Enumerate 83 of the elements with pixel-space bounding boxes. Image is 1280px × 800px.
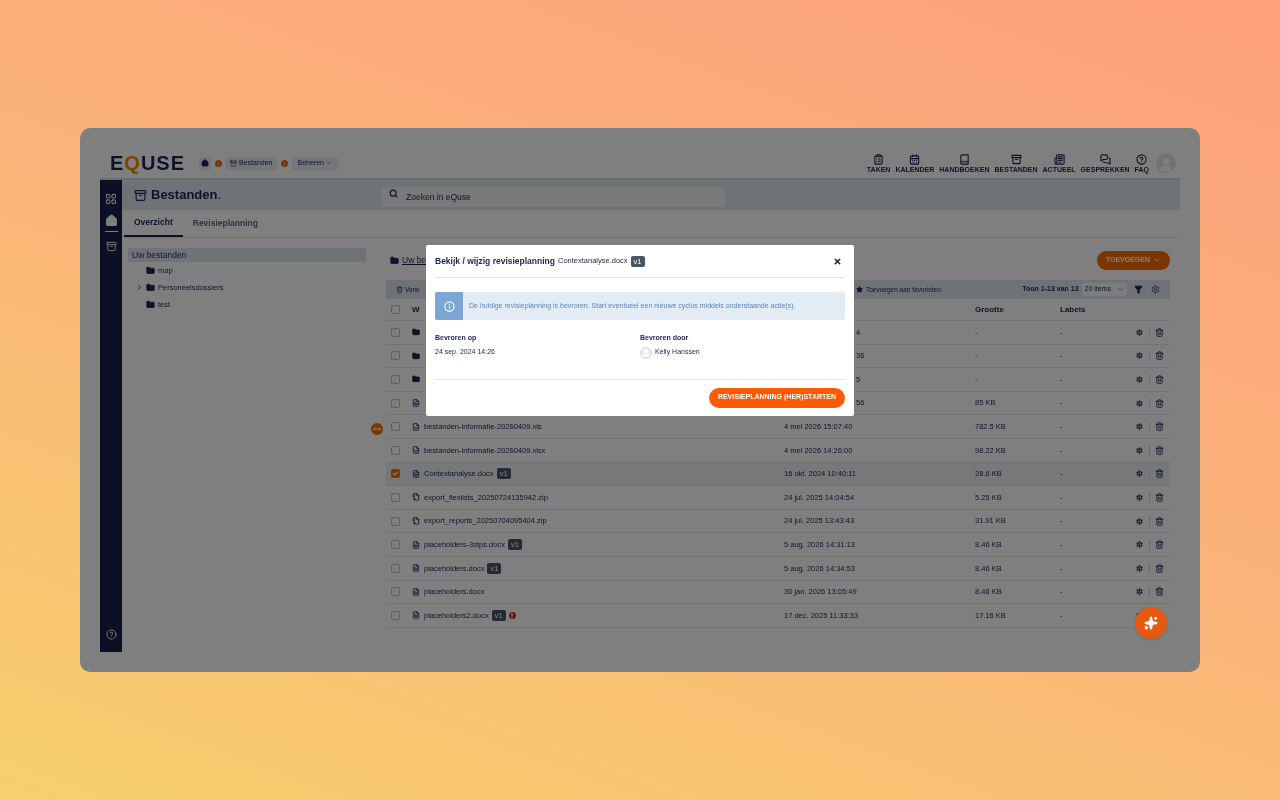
- checkbox[interactable]: [391, 445, 400, 455]
- tab[interactable]: Revisieplanning: [182, 210, 268, 237]
- folder-icon: [390, 255, 399, 265]
- trash-icon[interactable]: [1155, 375, 1164, 384]
- check-icon: [392, 470, 399, 478]
- archive-icon: [412, 517, 420, 526]
- checkbox[interactable]: [391, 516, 400, 526]
- sparkle-icon: [1144, 616, 1158, 630]
- chat-icon: [1099, 153, 1111, 165]
- spreadsheet-icon: [412, 422, 420, 431]
- assistant-button[interactable]: [1135, 607, 1167, 639]
- tab[interactable]: Overzicht: [124, 210, 183, 237]
- document-icon: [412, 587, 420, 596]
- folder-icon: [146, 283, 155, 292]
- folder-icon: [412, 351, 420, 360]
- archive-icon[interactable]: [105, 241, 117, 252]
- archive-icon: [1010, 153, 1022, 165]
- column-header[interactable]: Labels: [1060, 303, 1086, 316]
- tree-item[interactable]: Uw bestanden: [128, 248, 366, 262]
- chevron-icon: [215, 159, 223, 167]
- document-icon: [412, 469, 420, 478]
- document-icon: [412, 564, 420, 573]
- folder-icon: [412, 375, 420, 384]
- checkbox[interactable]: [391, 351, 400, 361]
- checkbox[interactable]: [391, 305, 400, 314]
- resize-handle[interactable]: [371, 423, 383, 435]
- trash-icon[interactable]: [1155, 516, 1164, 526]
- checkbox[interactable]: [391, 563, 400, 573]
- spreadsheet-icon: [412, 446, 420, 455]
- trash-icon[interactable]: [1155, 445, 1164, 455]
- folder-icon: [146, 266, 155, 275]
- document-icon: [412, 399, 420, 408]
- checkbox[interactable]: [391, 492, 400, 502]
- folder-icon: [412, 328, 420, 337]
- trash-icon[interactable]: [1155, 422, 1164, 432]
- chevron-icon: [280, 159, 288, 167]
- modal-title: Bekijk / wijzig revisieplanning: [435, 254, 555, 268]
- newspaper-icon: [1053, 153, 1065, 165]
- trash-icon[interactable]: [1155, 398, 1164, 408]
- settings-icon[interactable]: [1151, 285, 1160, 294]
- star-icon: [856, 286, 863, 293]
- trash-icon[interactable]: [1155, 492, 1164, 502]
- trash-icon[interactable]: [1155, 563, 1164, 573]
- trash-icon[interactable]: [1155, 587, 1164, 597]
- archive-icon: [230, 159, 238, 167]
- book-icon: [958, 153, 970, 165]
- checkbox[interactable]: [391, 610, 400, 620]
- document-icon: [412, 540, 420, 549]
- column-header[interactable]: Grootte: [975, 303, 1060, 316]
- info-icon: [443, 300, 455, 312]
- trash-icon: [396, 286, 403, 293]
- checkbox[interactable]: [391, 469, 400, 479]
- path-link[interactable]: Uw be: [402, 253, 427, 267]
- home-button[interactable]: [199, 156, 212, 170]
- page-title: Bestanden.: [151, 186, 222, 205]
- checkbox[interactable]: [391, 540, 400, 550]
- document-icon: [412, 611, 420, 620]
- trash-icon[interactable]: [1155, 351, 1164, 361]
- search-field[interactable]: Zoeken in eQuse: [381, 187, 726, 207]
- caret-icon: [1153, 256, 1161, 264]
- home-icon[interactable]: [104, 214, 118, 227]
- expand-icon[interactable]: [136, 284, 143, 291]
- checkbox[interactable]: [391, 327, 400, 337]
- checkbox[interactable]: [391, 398, 400, 408]
- trash-icon[interactable]: [1155, 540, 1164, 550]
- trash-icon[interactable]: [1155, 469, 1164, 479]
- caret-icon: [326, 160, 332, 166]
- caret-icon: [1117, 286, 1124, 293]
- help-icon[interactable]: [105, 629, 117, 640]
- help-icon: [1136, 153, 1148, 165]
- apps-grid-icon[interactable]: [105, 193, 117, 205]
- close-icon[interactable]: [833, 256, 842, 266]
- archive-icon: [412, 493, 420, 502]
- checkbox[interactable]: [391, 422, 400, 432]
- archive-icon: [134, 188, 147, 202]
- trash-icon[interactable]: [1155, 327, 1164, 337]
- checkbox[interactable]: [391, 587, 400, 597]
- logo[interactable]: EQUSE: [110, 153, 186, 173]
- checkbox[interactable]: [391, 375, 400, 384]
- folder-icon: [146, 300, 155, 309]
- filter-icon[interactable]: [1134, 285, 1143, 294]
- clipboard-icon: [873, 153, 885, 165]
- calendar-icon: [909, 153, 921, 165]
